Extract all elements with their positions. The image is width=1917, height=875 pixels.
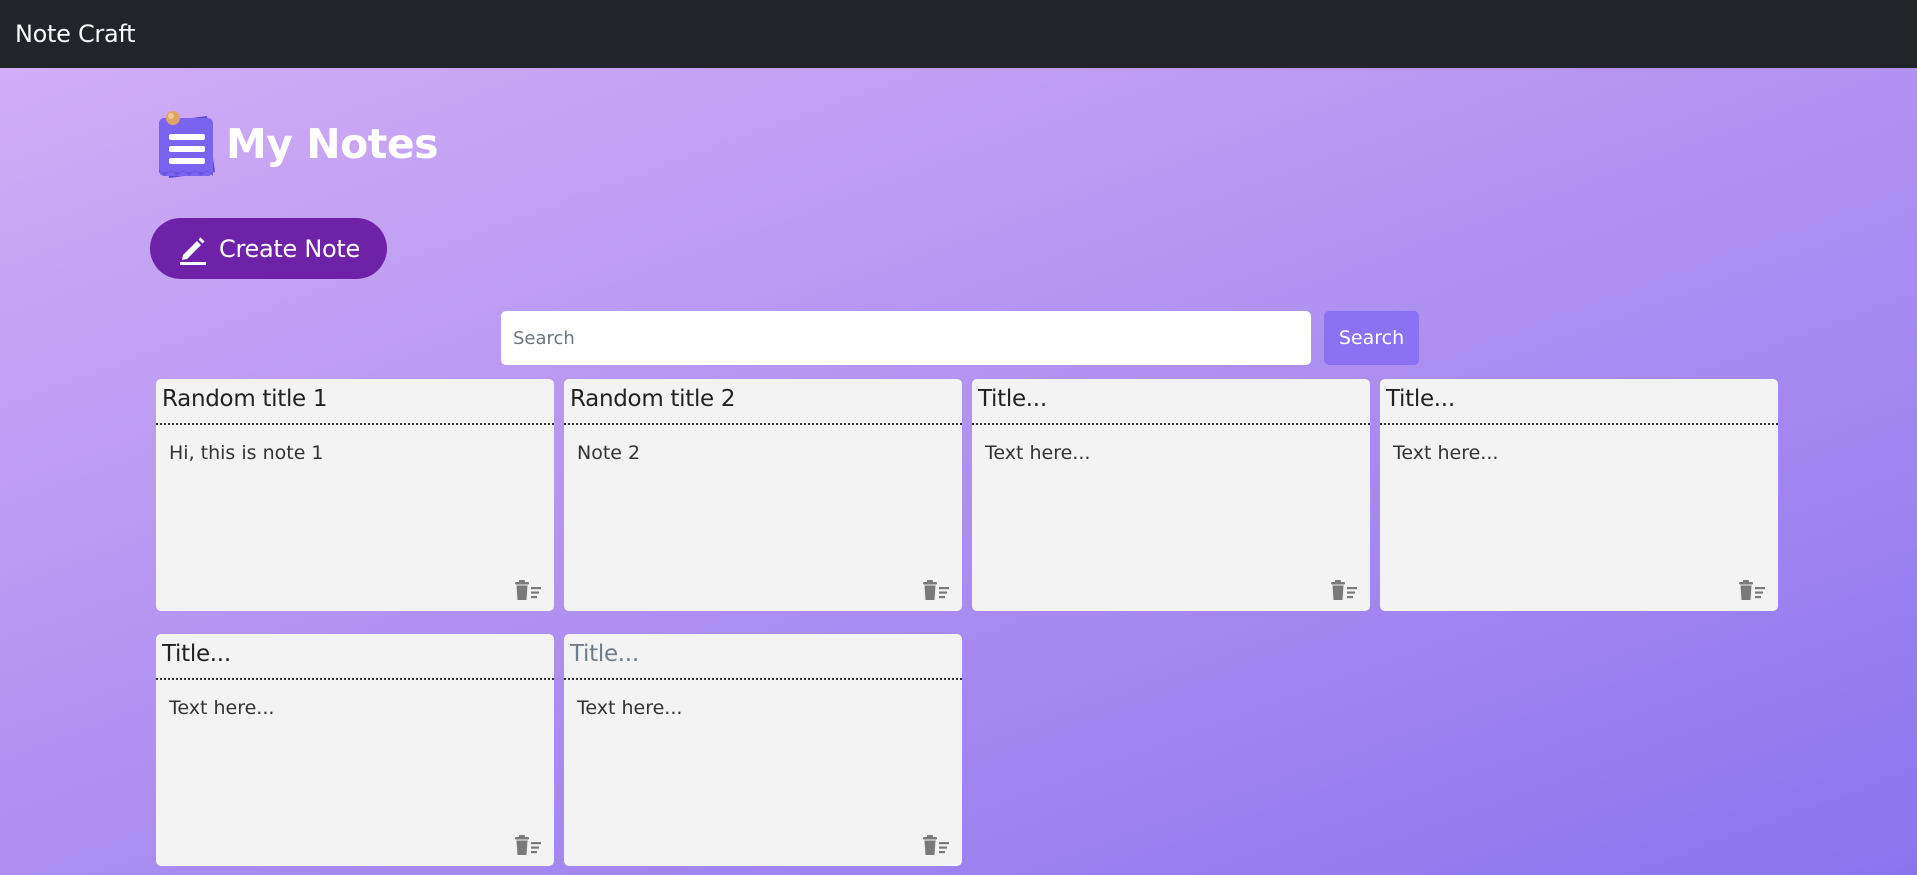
search-input[interactable] [501,311,1311,365]
note-title[interactable]: Title... [972,379,1370,425]
note-text[interactable]: Hi, this is note 1 [156,425,554,464]
delete-note-icon[interactable] [514,579,542,601]
page-title: My Notes [226,120,439,168]
notepad-icon [155,106,219,182]
delete-note-icon[interactable] [1738,579,1766,601]
note-card[interactable]: Random title 2 Note 2 [564,379,962,611]
note-title[interactable]: Random title 1 [156,379,554,425]
note-text[interactable]: Text here... [972,425,1370,464]
note-card[interactable]: Title... Text here... [564,634,962,866]
note-card[interactable]: Title... Text here... [972,379,1370,611]
note-card[interactable]: Random title 1 Hi, this is note 1 [156,379,554,611]
delete-note-icon[interactable] [1330,579,1358,601]
pencil-icon [177,233,209,265]
note-title[interactable]: Random title 2 [564,379,962,425]
note-text[interactable]: Note 2 [564,425,962,464]
search-button[interactable]: Search [1324,311,1419,365]
page-heading: My Notes [155,106,439,182]
note-card[interactable]: Title... Text here... [156,634,554,866]
note-title[interactable]: Title... [156,634,554,680]
delete-note-icon[interactable] [922,579,950,601]
create-note-label: Create Note [219,234,360,263]
delete-note-icon[interactable] [922,834,950,856]
note-title[interactable]: Title... [1380,379,1778,425]
delete-note-icon[interactable] [514,834,542,856]
create-note-button[interactable]: Create Note [150,218,387,279]
brand-name[interactable]: Note Craft [15,20,136,48]
note-text[interactable]: Text here... [156,680,554,719]
top-navbar: Note Craft [0,0,1917,68]
note-text[interactable]: Text here... [1380,425,1778,464]
note-card[interactable]: Title... Text here... [1380,379,1778,611]
note-text[interactable]: Text here... [564,680,962,719]
note-title[interactable]: Title... [564,634,962,680]
